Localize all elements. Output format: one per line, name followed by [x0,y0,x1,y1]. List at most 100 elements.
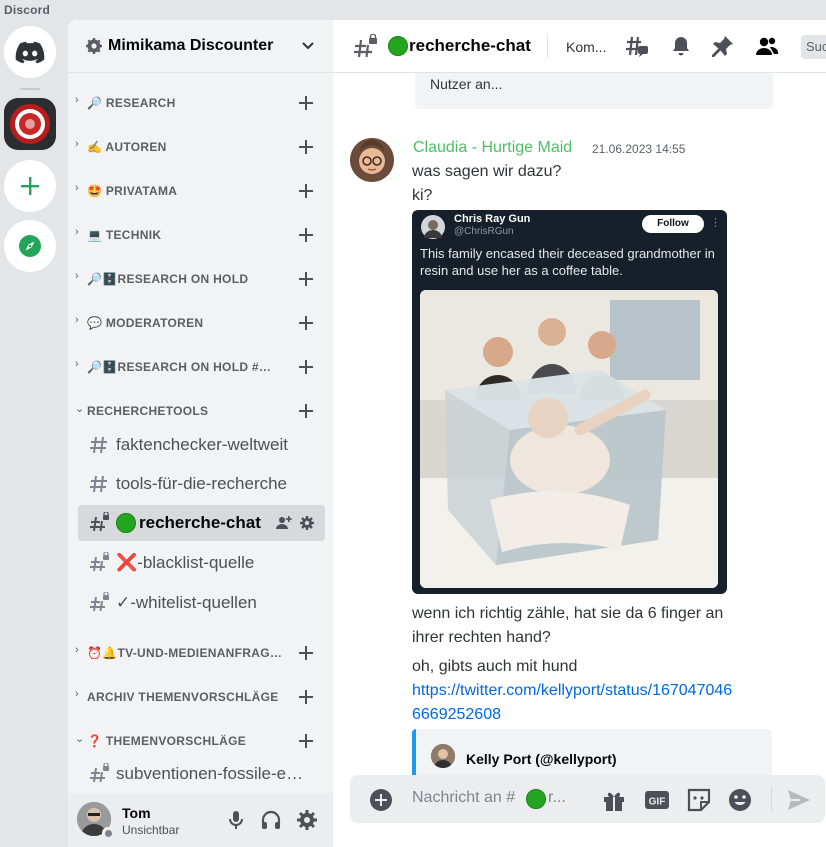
create-channel-plus-icon[interactable] [298,689,314,705]
create-channel-plus-icon[interactable] [298,315,314,331]
category-privatama[interactable]: › 🤩 PRIVATAMA [68,179,333,203]
channel-blacklist-quelle[interactable]: ❌-blacklist-quelle [78,545,325,581]
user-panel: Tom Unsichtbar [68,793,333,847]
photo-image [420,290,718,588]
green-circle-emoji [116,513,136,533]
member-list-icon[interactable] [755,34,779,58]
gif-icon[interactable]: GIF [644,787,670,813]
channel-subventionen-fossile-energien[interactable]: subventionen-fossile-energien [78,756,325,792]
tweet-author-name: Chris Ray Gun [454,213,531,225]
channel-faktenchecker-weltweit[interactable]: faktenchecker-weltweit [78,427,325,463]
discord-home-button[interactable] [4,26,56,78]
username: Tom [122,805,151,821]
channel-label: faktenchecker-weltweit [116,435,288,454]
create-channel-plus-icon[interactable] [298,645,314,661]
more-dots-icon: ⋮ [710,217,721,229]
gear-icon[interactable] [299,515,315,531]
send-icon[interactable] [786,787,812,813]
header-divider [547,34,548,58]
composer-placeholder-suffix: r... [548,789,566,806]
channel-whitelist-quellen[interactable]: ✓-whitelist-quellen [78,585,325,621]
tweet-author-avatar [421,215,445,239]
tweet-photo [420,290,718,588]
search-placeholder: Suc [806,39,826,54]
category-research[interactable]: › 🔎 RESEARCH [68,91,333,115]
message-link[interactable]: 6669252608 [412,703,501,727]
create-channel-plus-icon[interactable] [298,271,314,287]
tweet-author-handle: @ChrisRGun [454,226,514,237]
create-channel-plus-icon[interactable] [298,227,314,243]
notification-bell-icon[interactable] [669,34,693,58]
message-text: was sagen wir dazu? [412,163,562,180]
category-arrow: ⌄ [75,733,85,745]
category-autoren[interactable]: › ✍️ AUTOREN [68,135,333,159]
image-attachment[interactable]: Chris Ray Gun @ChrisRGun Follow ⋮ This f… [412,210,727,594]
category-label: 💬 MODERATOREN [87,316,204,330]
microphone-icon[interactable] [225,809,247,831]
category-label: 🔎🗄️RESEARCH ON HOLD #MEDIEN [87,360,277,374]
message-text: wenn ich richtig zähle, hat sie da 6 fin… [412,605,724,622]
locked-hashtag-icon [354,34,377,58]
headphones-icon[interactable] [260,809,282,831]
hashtag-icon [90,436,107,454]
create-channel-plus-icon[interactable] [298,183,314,199]
channel-header: recherche-chat Kom... Suc [333,20,826,73]
category-recherchetools[interactable]: ⌄ RECHERCHETOOLS [68,399,333,423]
rail-separator [20,88,40,90]
category-label: RECHERCHETOOLS [87,404,209,418]
compass-icon [19,235,41,257]
create-channel-plus-icon[interactable] [298,403,314,419]
pin-icon[interactable] [711,34,735,58]
threads-icon[interactable] [625,34,649,58]
category-research-on-hold-medien[interactable]: › 🔎🗄️RESEARCH ON HOLD #MEDIEN [68,355,333,379]
locked-hashtag-icon [90,552,109,572]
explore-servers-button[interactable] [4,220,56,272]
message-timestamp: 21.06.2023 14:55 [592,142,686,156]
create-channel-plus-icon[interactable] [298,139,314,155]
title-bar: Discord [0,0,826,20]
channel-label: subventionen-fossile-energien [116,764,312,783]
message-text: ihrer rechten hand? [412,629,551,646]
guild-header[interactable]: Mimikama Discounter [68,20,333,73]
message-text: oh, gibts auch mit hund [412,658,578,675]
channel-tools-fuer-die-recherche[interactable]: tools-für-die-recherche [78,466,325,502]
category-label: 🤩 PRIVATAMA [87,184,178,198]
add-attachment-plus-icon[interactable] [369,788,393,812]
category-technik[interactable]: › 💻 TECHNIK [68,223,333,247]
channel-topic[interactable]: Kom... [566,39,606,55]
message-author[interactable]: Claudia - Hurtige Maid [413,139,572,157]
user-settings-gear-icon[interactable] [296,809,318,831]
locked-hashtag-icon [90,592,109,612]
discord-logo-icon [15,41,45,64]
create-channel-plus-icon[interactable] [298,95,314,111]
green-circle-emoji [388,36,408,56]
category-themenvorschlaege[interactable]: ⌄ ❓ THEMENVORSCHLÄGE [68,729,333,753]
embed-author-name[interactable]: Kelly Port (@kellyport) [466,751,617,767]
category-arrow: › [75,358,79,370]
message-composer[interactable]: Nachricht an # r... GIF [350,775,825,823]
create-channel-plus-icon[interactable] [298,733,314,749]
gift-icon[interactable] [601,787,627,813]
avatar[interactable] [350,138,394,182]
category-moderatoren[interactable]: › 💬 MODERATOREN [68,311,333,335]
category-arrow: › [75,138,79,150]
gear-badge-icon [86,38,102,54]
invite-member-icon[interactable] [276,515,292,531]
tweet-text: This family encased their deceased grand… [420,246,715,278]
category-label: 💻 TECHNIK [87,228,162,242]
green-circle-emoji [526,789,546,809]
mimikama-server-button[interactable] [4,98,56,150]
category-archiv-themenvorschlaege[interactable]: › ARCHIV THEMENVORSCHLÄGE [68,685,333,709]
emoji-icon[interactable] [727,787,753,813]
add-server-button[interactable] [4,160,56,212]
sticker-icon[interactable] [686,787,712,813]
mimikama-server-icon [10,104,50,144]
search-input[interactable]: Suc [801,35,826,59]
author-avatar-image [350,138,394,182]
category-research-on-hold[interactable]: › 🔎🗄️RESEARCH ON HOLD [68,267,333,291]
channel-recherche-chat[interactable]: recherche-chat [78,505,325,541]
category-tv-und-medienanfragen[interactable]: › ⏰🔔TV-UND-MEDIENANFRAGEN [68,641,333,665]
composer-placeholder: Nachricht an # [412,789,516,806]
message-link[interactable]: https://twitter.com/kellyport/status/167… [412,679,732,703]
create-channel-plus-icon[interactable] [298,359,314,375]
